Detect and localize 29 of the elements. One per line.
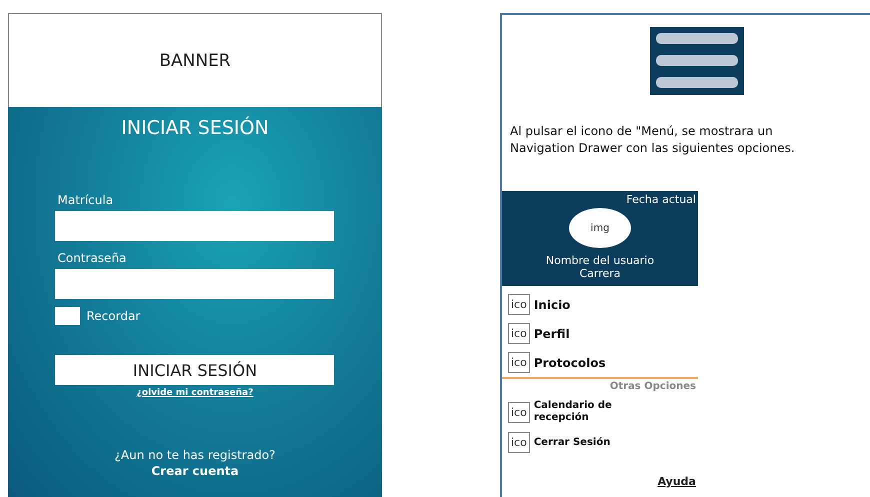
drawer-item[interactable]: Protocolos [534,356,606,370]
user-name: Nombre del usuario [546,254,654,267]
login-button[interactable]: INICIAR SESIÓN [55,355,334,385]
icon-placeholder-field: ico [508,294,530,315]
drawer-item[interactable]: Perfil [534,326,570,340]
icon-placeholder-field: ico [508,402,530,422]
signup-prompt: ¿Aun no te has registrado? [114,448,276,462]
current-date: Fecha actual [626,193,696,206]
checkbox-label: Recordar [86,309,140,323]
field-label: Contraseña [57,251,128,265]
forgot-password-link[interactable]: ¿olvide mi contraseña? [136,388,254,398]
help-link[interactable]: Ayuda [658,475,696,488]
career-label: Carrera [579,267,621,280]
drawer-item[interactable]: Inicio [534,298,570,312]
checkbox[interactable] [55,307,80,325]
input-field[interactable] [55,269,334,299]
section-title: Otras Opciones [610,381,696,392]
screen-title: INICIAR SESIÓN [121,117,269,139]
icon-placeholder-field: ico [508,432,530,453]
image-placeholder-field: img [568,208,631,248]
menu-icon [650,27,744,95]
description: Al pulsar el icono de "Menú, se mostrara un Navigation Drawer con las siguientes opciones. [510,123,796,157]
input-field[interactable] [55,211,334,241]
field-label: Matrícula [57,193,114,207]
create-account-link[interactable]: Crear cuenta [151,464,239,478]
icon-placeholder-field: ico [508,352,530,373]
icon-placeholder-field: ico [508,323,530,344]
drawer-item[interactable]: Calendario de recepción [534,400,614,424]
drawer-item[interactable]: Cerrar Sesión [534,436,614,448]
